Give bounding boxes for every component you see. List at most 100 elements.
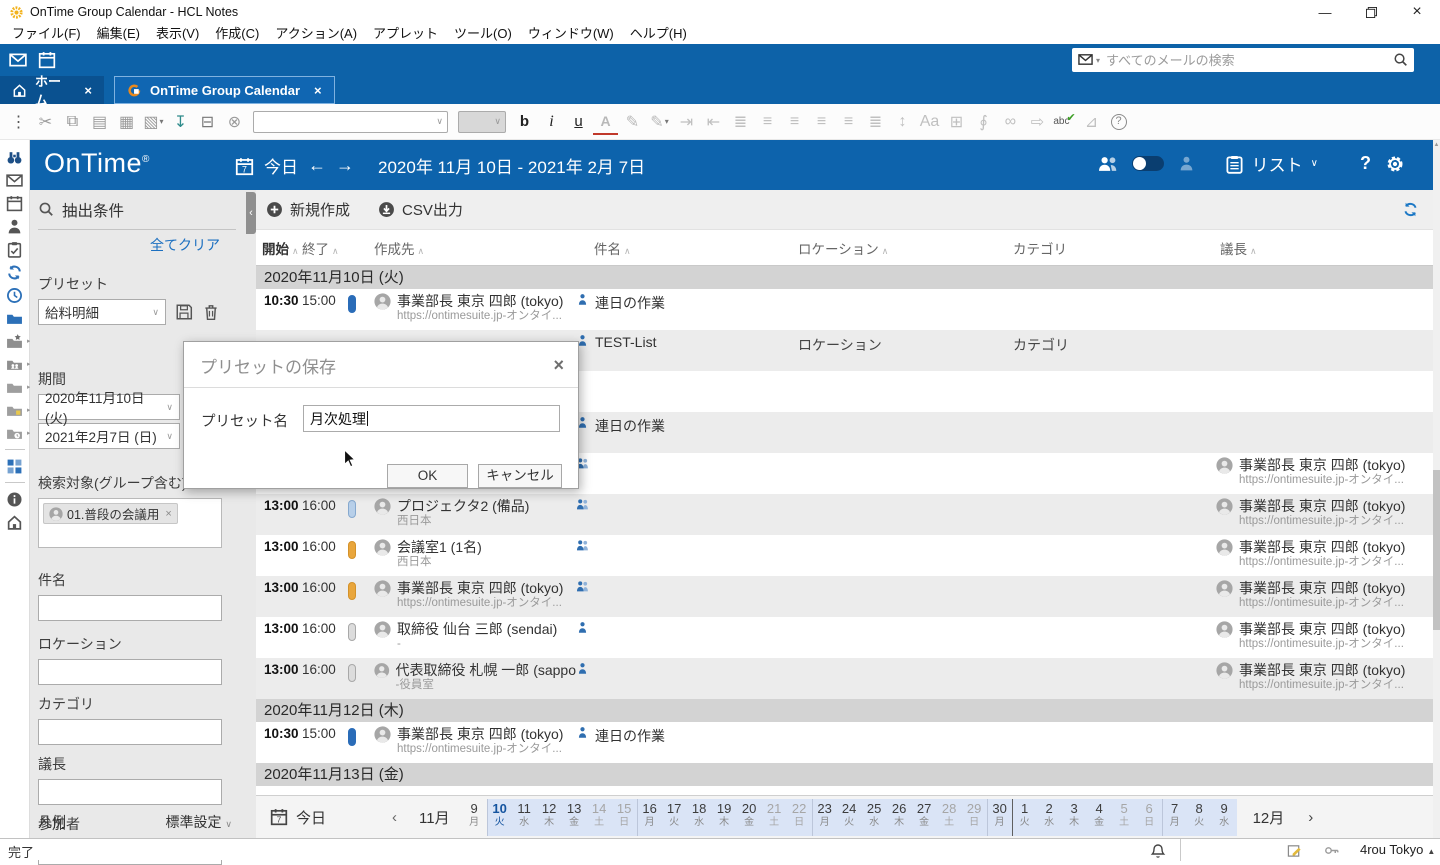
sync-icon[interactable] xyxy=(4,263,26,281)
bookmark-notes-folder-icon[interactable]: ▸ xyxy=(4,401,26,419)
notification-bell-icon[interactable] xyxy=(1150,842,1166,860)
table-row[interactable]: 13:0016:00代表取締役 札幌 一郎 (sapporo)-役員室事業部長 … xyxy=(256,658,1433,699)
table-row[interactable]: 10:3015:00事業部長 東京 四郎 (tokyo)https://onti… xyxy=(256,289,1433,330)
menu-item-0[interactable]: ファイル(F) xyxy=(4,24,89,44)
mini-calendar-day[interactable]: 27金 xyxy=(912,799,937,836)
mini-calendar-day[interactable]: 10火 xyxy=(487,799,512,836)
align-right-icon[interactable]: ≡ xyxy=(836,109,861,135)
mini-calendar-day[interactable]: 8火 xyxy=(1187,799,1212,836)
target-box[interactable]: 01.普段の会議用 × xyxy=(38,498,222,548)
outdent-icon[interactable]: ⇤ xyxy=(701,109,726,135)
close-icon[interactable]: × xyxy=(553,355,564,376)
settings-gear-icon[interactable] xyxy=(1385,154,1405,174)
minimize-icon[interactable]: — xyxy=(1302,0,1348,24)
search-icon[interactable] xyxy=(1393,51,1408,69)
attachment-icon[interactable]: ∮ xyxy=(971,109,996,135)
mini-calendar-day[interactable]: 11水 xyxy=(512,799,537,836)
vertical-scrollbar[interactable]: ▲ xyxy=(1433,140,1440,838)
permanent-pen-icon[interactable]: ✎ xyxy=(620,109,645,135)
mini-calendar-day[interactable]: 5土 xyxy=(1112,799,1137,836)
close-icon[interactable]: × xyxy=(84,83,92,98)
align-center-icon[interactable]: ≡ xyxy=(809,109,834,135)
remove-tag-icon[interactable]: × xyxy=(165,508,171,520)
indent-icon[interactable]: ⇥ xyxy=(674,109,699,135)
col-location[interactable]: ロケーション∧ xyxy=(798,238,1013,258)
mini-calendar-day[interactable]: 28土 xyxy=(937,799,962,836)
mail-search-box[interactable]: ▾ xyxy=(1072,48,1414,72)
mini-calendar-day[interactable]: 22日 xyxy=(787,799,812,836)
delete-preset-icon[interactable] xyxy=(202,303,220,321)
clear-all-link[interactable]: 全てクリア xyxy=(150,235,220,255)
stop-icon[interactable]: ⊗ xyxy=(222,109,247,135)
info-icon[interactable] xyxy=(4,490,26,508)
mini-calendar-day[interactable]: 30月 xyxy=(987,799,1012,836)
category-field[interactable] xyxy=(38,719,222,745)
refresh-icon[interactable] xyxy=(1402,201,1419,219)
col-category[interactable]: カテゴリ xyxy=(1013,238,1216,258)
todo-icon[interactable] xyxy=(4,240,26,258)
menu-item-3[interactable]: 作成(C) xyxy=(207,24,267,44)
group-view-icon[interactable] xyxy=(1098,154,1118,174)
mini-calendar-day[interactable]: 18水 xyxy=(687,799,712,836)
bookmark-clock-folder-icon[interactable]: ▸ xyxy=(4,424,26,442)
target-tag[interactable]: 01.普段の会議用 × xyxy=(43,503,178,524)
scope-dropdown-icon[interactable]: ▾ xyxy=(1096,56,1100,65)
calendar-today-icon[interactable]: 7 xyxy=(235,155,254,175)
align-left-icon[interactable]: ≡ xyxy=(782,109,807,135)
csv-export-button[interactable]: CSV出力 xyxy=(378,199,463,220)
binoculars-icon[interactable] xyxy=(4,148,26,166)
menu-item-4[interactable]: アクション(A) xyxy=(267,24,365,44)
close-icon[interactable]: × xyxy=(1394,0,1440,24)
menu-item-2[interactable]: 表示(V) xyxy=(148,24,207,44)
mini-calendar-day[interactable]: 7月 xyxy=(1162,799,1187,836)
today-button[interactable]: 7 今日 xyxy=(270,807,326,828)
mini-calendar-day[interactable]: 6日 xyxy=(1137,799,1162,836)
period-from-select[interactable]: 2020年11月10日 (火)∨ xyxy=(38,394,180,420)
prev-arrow-icon[interactable]: ← xyxy=(308,155,326,176)
help-icon[interactable]: ? xyxy=(1106,109,1131,135)
style-combobox[interactable]: ∨ xyxy=(253,111,448,133)
spellcheck-icon[interactable]: abc✔ xyxy=(1052,109,1077,135)
col-start[interactable]: 開始∧ xyxy=(262,238,302,258)
mini-calendar-day[interactable]: 3木 xyxy=(1062,799,1087,836)
home-icon[interactable] xyxy=(4,513,26,531)
calendar-shortcut-icon[interactable] xyxy=(38,51,56,69)
bookmark-people-folder-icon[interactable]: ▸ xyxy=(4,355,26,373)
table-icon[interactable]: ⊞ xyxy=(944,109,969,135)
apps-icon[interactable] xyxy=(4,309,26,327)
maximize-icon[interactable] xyxy=(1348,0,1394,24)
collapse-sidebar-icon[interactable]: ‹ xyxy=(246,192,256,234)
overflow-icon[interactable]: ⋮ xyxy=(6,109,31,135)
tab-home[interactable]: ホーム × xyxy=(0,76,104,104)
justify-icon[interactable]: ≣ xyxy=(863,109,888,135)
mail-shortcut-icon[interactable] xyxy=(9,51,27,69)
text-properties-icon[interactable]: Aa xyxy=(917,109,942,135)
col-chair[interactable]: 議長∧ xyxy=(1216,238,1433,258)
sidebar-splitter[interactable]: ‹ xyxy=(246,190,256,838)
mini-calendar-day[interactable]: 13金 xyxy=(562,799,587,836)
current-user-menu[interactable]: 4rou Tokyo▲ xyxy=(1360,842,1435,857)
mini-calendar-day[interactable]: 26木 xyxy=(887,799,912,836)
mini-calendar-day[interactable]: 24火 xyxy=(837,799,862,836)
copy-icon[interactable]: ⧉ xyxy=(60,109,85,135)
menu-item-5[interactable]: アプレット xyxy=(365,24,446,44)
highlighter-icon[interactable]: ✎▾ xyxy=(647,109,672,135)
tab-ontime-group-calendar[interactable]: OnTime Group Calendar × xyxy=(114,76,335,104)
scrollbar-thumb[interactable] xyxy=(1433,470,1440,630)
next-chevron-icon[interactable]: › xyxy=(1308,809,1313,826)
mail-scope-icon[interactable] xyxy=(1078,51,1093,69)
prev-chevron-icon[interactable]: ‹ xyxy=(392,809,397,826)
table-row[interactable]: 13:0016:00会議室1 (1名)西日本事業部長 東京 四郎 (tokyo)… xyxy=(256,535,1433,576)
person-view-icon[interactable] xyxy=(1178,155,1195,173)
mini-calendar-day[interactable]: 12木 xyxy=(537,799,562,836)
legend-select[interactable]: 標準設定 ∨ xyxy=(166,812,232,832)
font-color-icon[interactable]: A xyxy=(593,109,618,135)
ok-button[interactable]: OK xyxy=(387,464,468,488)
help-button[interactable]: ? xyxy=(1360,153,1371,174)
mini-calendar-day[interactable]: 4金 xyxy=(1087,799,1112,836)
bookmark-star-folder-icon[interactable]: ▸ xyxy=(4,332,26,350)
contacts-icon[interactable] xyxy=(4,217,26,235)
link-icon[interactable]: ∞ xyxy=(998,109,1023,135)
bullet-list-icon[interactable]: ≣ xyxy=(728,109,753,135)
edit-mode-icon[interactable] xyxy=(1287,842,1302,860)
